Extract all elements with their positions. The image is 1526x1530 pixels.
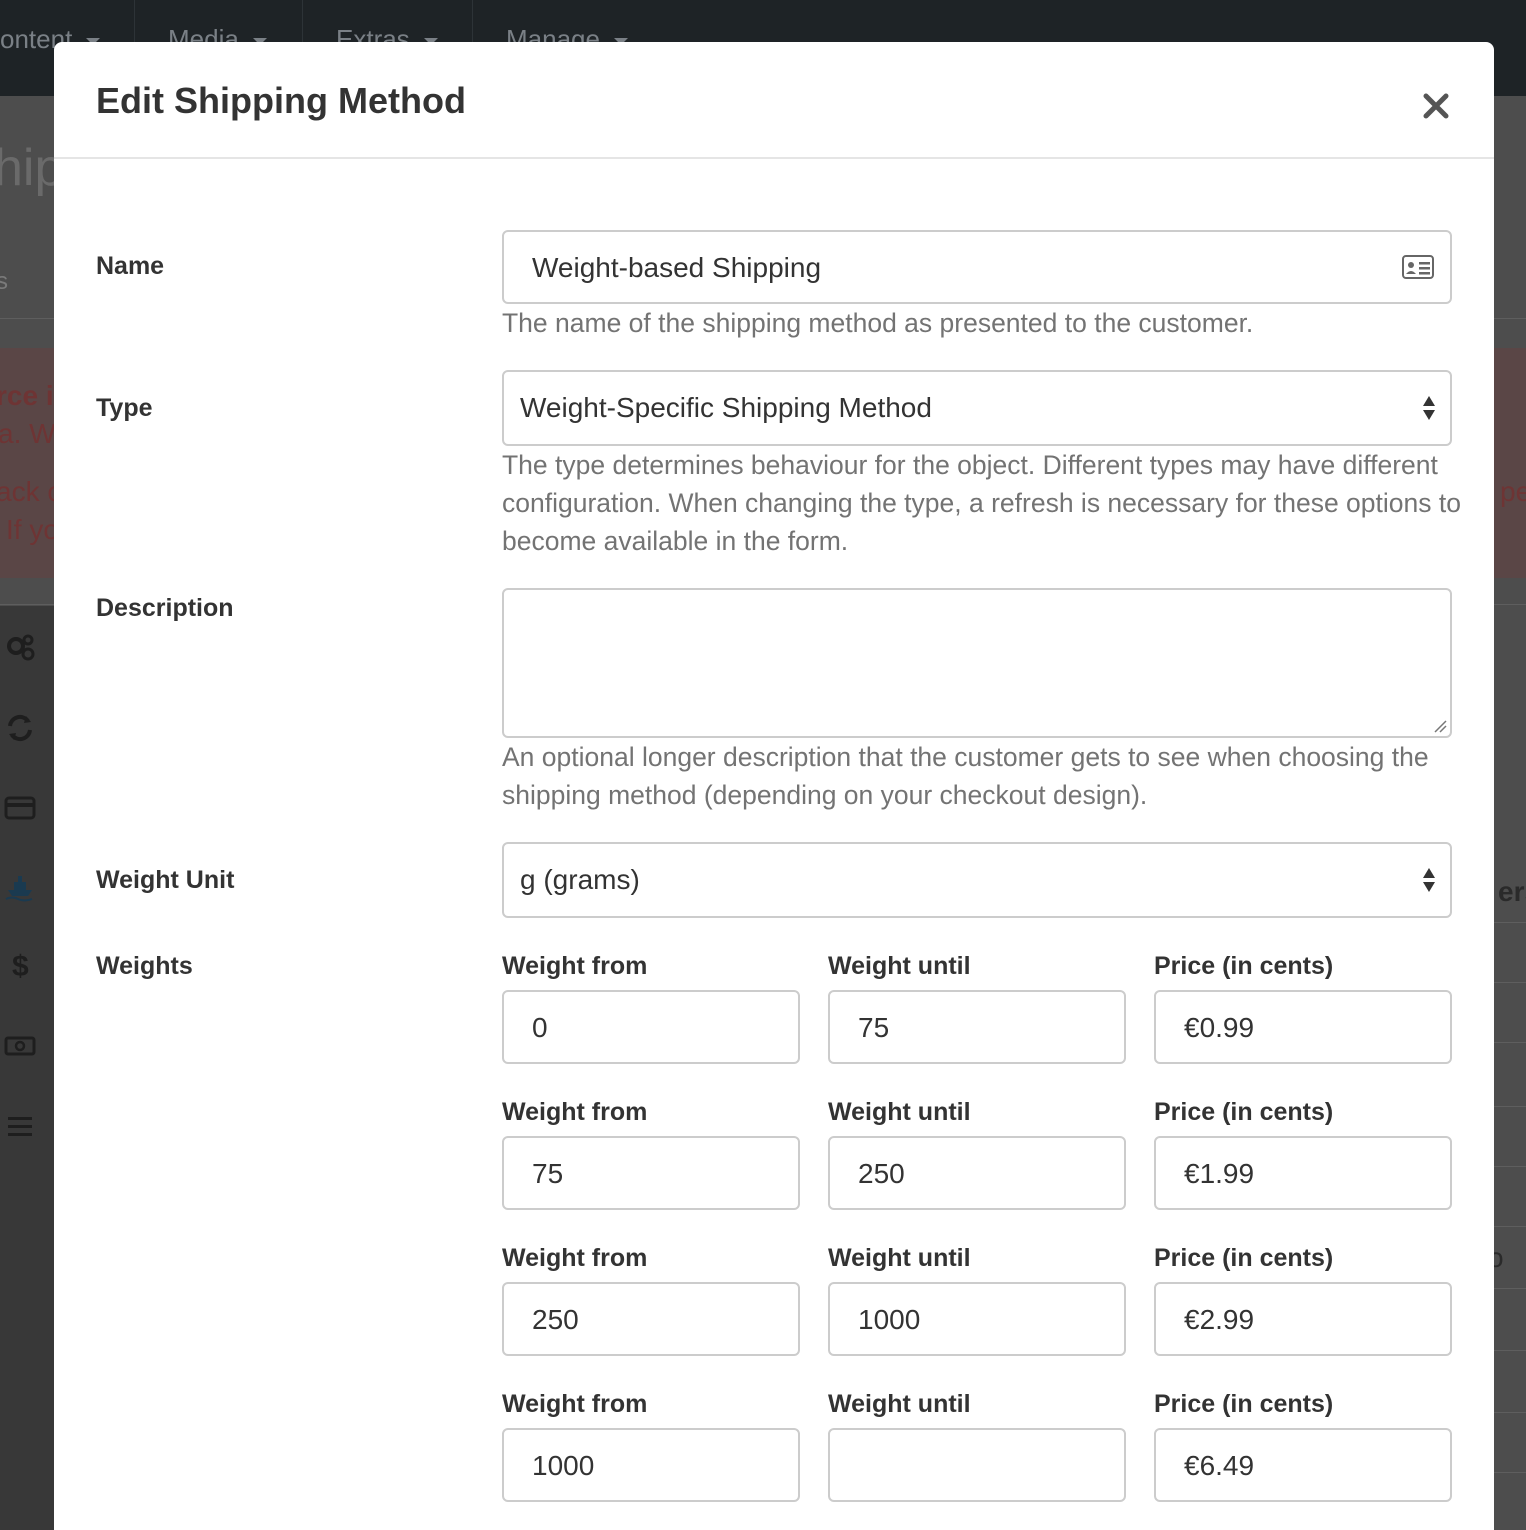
bg-fragment: o <box>1494 1242 1504 1273</box>
bg-alert-text-fragment: a. W <box>0 418 54 449</box>
price-label: Price (in cents) <box>1154 952 1334 980</box>
weight-unit-select-value: g (grams) <box>520 864 640 895</box>
bg-divider <box>1494 1472 1526 1473</box>
weight-unit-label: Weight Unit <box>96 866 235 894</box>
bg-fragment: s <box>0 268 8 295</box>
bg-page-title-fragment: hip <box>0 139 54 197</box>
price-label: Price (in cents) <box>1154 1390 1334 1418</box>
weights-label: Weights <box>96 952 193 980</box>
type-help-text: The type determines behaviour for the ob… <box>502 450 1461 556</box>
resize-handle-icon[interactable] <box>1433 719 1447 733</box>
bg-alert-text-fragment: ack c <box>0 476 54 507</box>
weight-until-label: Weight until <box>828 952 971 980</box>
weight-until-input[interactable]: 75 <box>828 990 1126 1064</box>
description-help-text: An optional longer description that the … <box>502 742 1429 810</box>
bg-divider <box>0 604 54 605</box>
refresh-icon <box>4 712 36 744</box>
weight-from-input[interactable]: 1000 <box>502 1428 800 1502</box>
weight-from-label: Weight from <box>502 1098 648 1126</box>
price-input[interactable]: €0.99 <box>1154 990 1452 1064</box>
money-icon <box>4 1030 36 1062</box>
name-help-text: The name of the shipping method as prese… <box>502 308 1254 338</box>
weight-from-label: Weight from <box>502 952 648 980</box>
weight-until-input[interactable]: 250 <box>828 1136 1126 1210</box>
name-input[interactable]: Weight-based Shipping <box>502 230 1452 304</box>
ship-icon <box>4 870 36 902</box>
bg-divider <box>1494 1350 1526 1351</box>
credit-card-icon <box>4 792 36 824</box>
bg-sidebar <box>0 606 54 1530</box>
background-left-strip: hip s rce i a. W ack c If yo $ <box>0 96 54 1530</box>
type-label: Type <box>96 394 153 422</box>
bg-divider <box>1494 1226 1526 1227</box>
name-label: Name <box>96 252 165 280</box>
bg-divider <box>1494 604 1526 605</box>
modal-title: Edit Shipping Method <box>96 80 466 121</box>
svg-text:$: $ <box>12 950 29 982</box>
price-input[interactable]: €2.99 <box>1154 1282 1452 1356</box>
description-label: Description <box>96 594 234 622</box>
bg-divider <box>1494 1106 1526 1107</box>
weight-unit-select[interactable]: g (grams) <box>502 842 1452 918</box>
bg-divider <box>1494 1412 1526 1413</box>
type-select[interactable]: Weight-Specific Shipping Method <box>502 370 1452 446</box>
gears-icon <box>4 632 36 664</box>
modal-header: Edit Shipping Method <box>54 42 1494 159</box>
select-arrows-icon <box>1423 868 1435 892</box>
price-label: Price (in cents) <box>1154 1244 1334 1272</box>
weight-until-label: Weight until <box>828 1244 971 1272</box>
price-label: Price (in cents) <box>1154 1098 1334 1126</box>
price-input[interactable]: €6.49 <box>1154 1428 1452 1502</box>
weight-until-input[interactable] <box>828 1428 1126 1502</box>
weight-until-input[interactable]: 1000 <box>828 1282 1126 1356</box>
bg-alert-title-fragment: rce i <box>0 380 54 411</box>
bg-alert-text-fragment: If yo <box>6 514 54 545</box>
background-right-strip: pe ers o <box>1494 96 1526 1530</box>
description-textarea[interactable] <box>502 588 1452 738</box>
bg-divider <box>1494 318 1526 319</box>
bg-divider <box>1494 1166 1526 1167</box>
bg-divider <box>0 318 54 319</box>
menu-icon <box>4 1110 36 1142</box>
edit-shipping-method-modal: Edit Shipping Method Name Weight-based S… <box>54 42 1494 1530</box>
weight-from-input[interactable]: 250 <box>502 1282 800 1356</box>
weight-until-label: Weight until <box>828 1098 971 1126</box>
weight-from-label: Weight from <box>502 1390 648 1418</box>
bg-divider <box>1494 982 1526 983</box>
weight-until-label: Weight until <box>828 1390 971 1418</box>
bg-alert-band <box>1494 348 1526 578</box>
close-button[interactable] <box>1414 84 1456 126</box>
weight-from-input[interactable]: 0 <box>502 990 800 1064</box>
dollar-icon: $ <box>8 950 40 983</box>
type-select-value: Weight-Specific Shipping Method <box>520 392 932 423</box>
weight-from-input[interactable]: 75 <box>502 1136 800 1210</box>
close-icon <box>1423 93 1449 119</box>
name-input-value: Weight-based Shipping <box>532 252 822 283</box>
weight-from-label: Weight from <box>502 1244 648 1272</box>
bg-table-header-fragment: ers <box>1498 876 1526 907</box>
bg-alert-text-fragment: pe <box>1500 476 1526 507</box>
price-input[interactable]: €1.99 <box>1154 1136 1452 1210</box>
bg-divider <box>1494 1288 1526 1289</box>
bg-divider <box>1494 1042 1526 1043</box>
contact-card-icon <box>1402 255 1434 279</box>
bg-divider <box>1494 922 1526 923</box>
select-arrows-icon <box>1423 396 1435 420</box>
